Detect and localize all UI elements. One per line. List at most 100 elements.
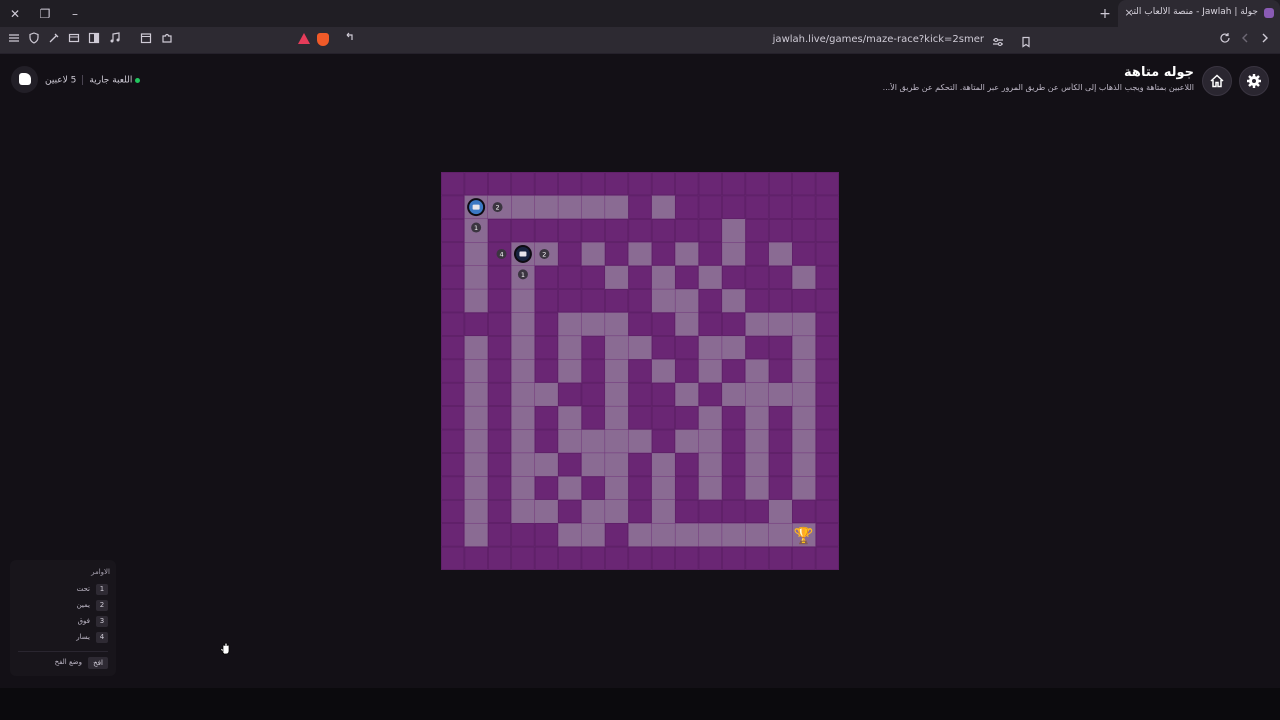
maze-wall-cell — [488, 172, 512, 196]
browser-tab-active[interactable]: جولة | Jawlah - منصة الألعاب التفا × — [1118, 0, 1280, 27]
maze-path-cell — [581, 523, 605, 547]
maze-path-cell — [558, 312, 582, 336]
command-key: 1 — [96, 584, 108, 595]
command-row-left: 4 يسار — [28, 632, 108, 644]
maze-path-cell — [581, 312, 605, 336]
maze-wall-cell — [675, 359, 699, 383]
maze-wall-cell — [488, 359, 512, 383]
game-status-text: اللعبة جارية — [89, 75, 133, 86]
maze-path-cell — [722, 382, 746, 406]
maze-wall-cell — [722, 499, 746, 523]
maze-path-cell — [792, 406, 816, 430]
sidebar-icon[interactable] — [85, 31, 103, 49]
maze-path-cell — [605, 499, 629, 523]
maze-path-cell — [722, 219, 746, 243]
forward-icon[interactable] — [1256, 31, 1274, 49]
maze-wall-cell — [488, 499, 512, 523]
hand-cursor-icon — [218, 641, 232, 655]
maze-wall-cell — [815, 382, 839, 406]
maze-wall-cell — [768, 546, 792, 570]
maze-path-cell — [745, 429, 769, 453]
maze-wall-cell — [675, 453, 699, 477]
maze-wall-cell — [675, 195, 699, 219]
maze-wall-cell — [441, 336, 465, 360]
maze-wall-cell — [815, 242, 839, 266]
site-settings-icon[interactable] — [992, 33, 1004, 52]
maze-wall-cell — [792, 172, 816, 196]
command-label: يمين — [76, 601, 90, 609]
tabs-icon[interactable] — [65, 31, 83, 49]
menu-icon[interactable] — [5, 31, 23, 49]
maze-path-cell — [581, 453, 605, 477]
maze-path-cell — [558, 476, 582, 500]
reload-icon[interactable] — [1216, 31, 1234, 49]
maze-path-cell — [675, 429, 699, 453]
maze-wall-cell — [605, 523, 629, 547]
bottom-strip — [0, 688, 1280, 720]
maze-wall-cell — [651, 429, 675, 453]
maze-wall-cell — [651, 219, 675, 243]
maze-wall-cell — [464, 172, 488, 196]
extension-icon[interactable] — [45, 31, 63, 49]
maze-wall-cell — [628, 265, 652, 289]
maze-path-cell — [675, 242, 699, 266]
maze-wall-cell — [605, 219, 629, 243]
maze-wall-cell — [815, 336, 839, 360]
address-bar[interactable]: jawlah.live/games/maze-race?kick=2smer — [292, 29, 1038, 51]
maze-wall-cell — [651, 406, 675, 430]
maze-wall-cell — [698, 172, 722, 196]
maze-path-cell — [511, 195, 535, 219]
maze-path-cell — [722, 523, 746, 547]
tab-title: جولة | Jawlah - منصة الألعاب التفا — [1132, 7, 1258, 17]
reload-page-icon[interactable] — [344, 32, 356, 47]
brave-rewards-icon[interactable] — [298, 33, 310, 44]
maze-path-cell — [605, 359, 629, 383]
maze-wall-cell — [441, 172, 465, 196]
bookmark-icon[interactable] — [1020, 33, 1032, 52]
shield-icon[interactable] — [25, 31, 43, 49]
music-icon[interactable] — [106, 31, 124, 49]
maze-wall-cell — [792, 242, 816, 266]
new-tab-button[interactable]: + — [1096, 5, 1114, 23]
command-key: 3 — [96, 616, 108, 627]
maze-wall-cell — [722, 406, 746, 430]
maze-wall-cell — [581, 265, 605, 289]
maze-wall-cell — [488, 289, 512, 313]
command-label: يسار — [76, 633, 90, 641]
maze-wall-cell — [488, 476, 512, 500]
home-button[interactable] — [1202, 66, 1232, 96]
maze-path-cell — [768, 312, 792, 336]
maze-wall-cell — [558, 219, 582, 243]
calendar-icon[interactable] — [137, 31, 155, 49]
url-text[interactable]: jawlah.live/games/maze-race?kick=2smer — [773, 34, 984, 45]
maze-path-cell — [511, 499, 535, 523]
svg-text:2: 2 — [495, 204, 499, 212]
window-close-icon[interactable]: ✕ — [6, 5, 24, 23]
maze-path-cell — [722, 336, 746, 360]
brave-shields-icon[interactable] — [317, 33, 329, 46]
maze-wall-cell — [605, 546, 629, 570]
command-row-up: 3 فوق — [28, 616, 108, 628]
maze-path-cell — [792, 429, 816, 453]
maze-wall-cell — [628, 172, 652, 196]
window-restore-icon[interactable]: ❐ — [36, 5, 54, 23]
maze-wall-cell — [488, 312, 512, 336]
app-logo-button[interactable] — [11, 66, 38, 93]
tab-close-icon[interactable]: × — [1122, 6, 1136, 20]
maze-wall-cell — [441, 546, 465, 570]
maze-wall-cell — [464, 546, 488, 570]
maze-path-cell — [628, 523, 652, 547]
maze-wall-cell — [441, 312, 465, 336]
maze-wall-cell — [722, 195, 746, 219]
maze-path-cell — [698, 359, 722, 383]
back-icon[interactable] — [1236, 31, 1254, 49]
maze-wall-cell — [815, 289, 839, 313]
maze-wall-cell — [488, 453, 512, 477]
window-minimize-icon[interactable]: – — [66, 5, 84, 23]
maze-wall-cell — [768, 195, 792, 219]
settings-button[interactable] — [1239, 66, 1269, 96]
maze-wall-cell — [815, 546, 839, 570]
puzzle-icon[interactable] — [158, 31, 176, 49]
maze-path-cell — [651, 359, 675, 383]
svg-text:2: 2 — [542, 250, 546, 258]
